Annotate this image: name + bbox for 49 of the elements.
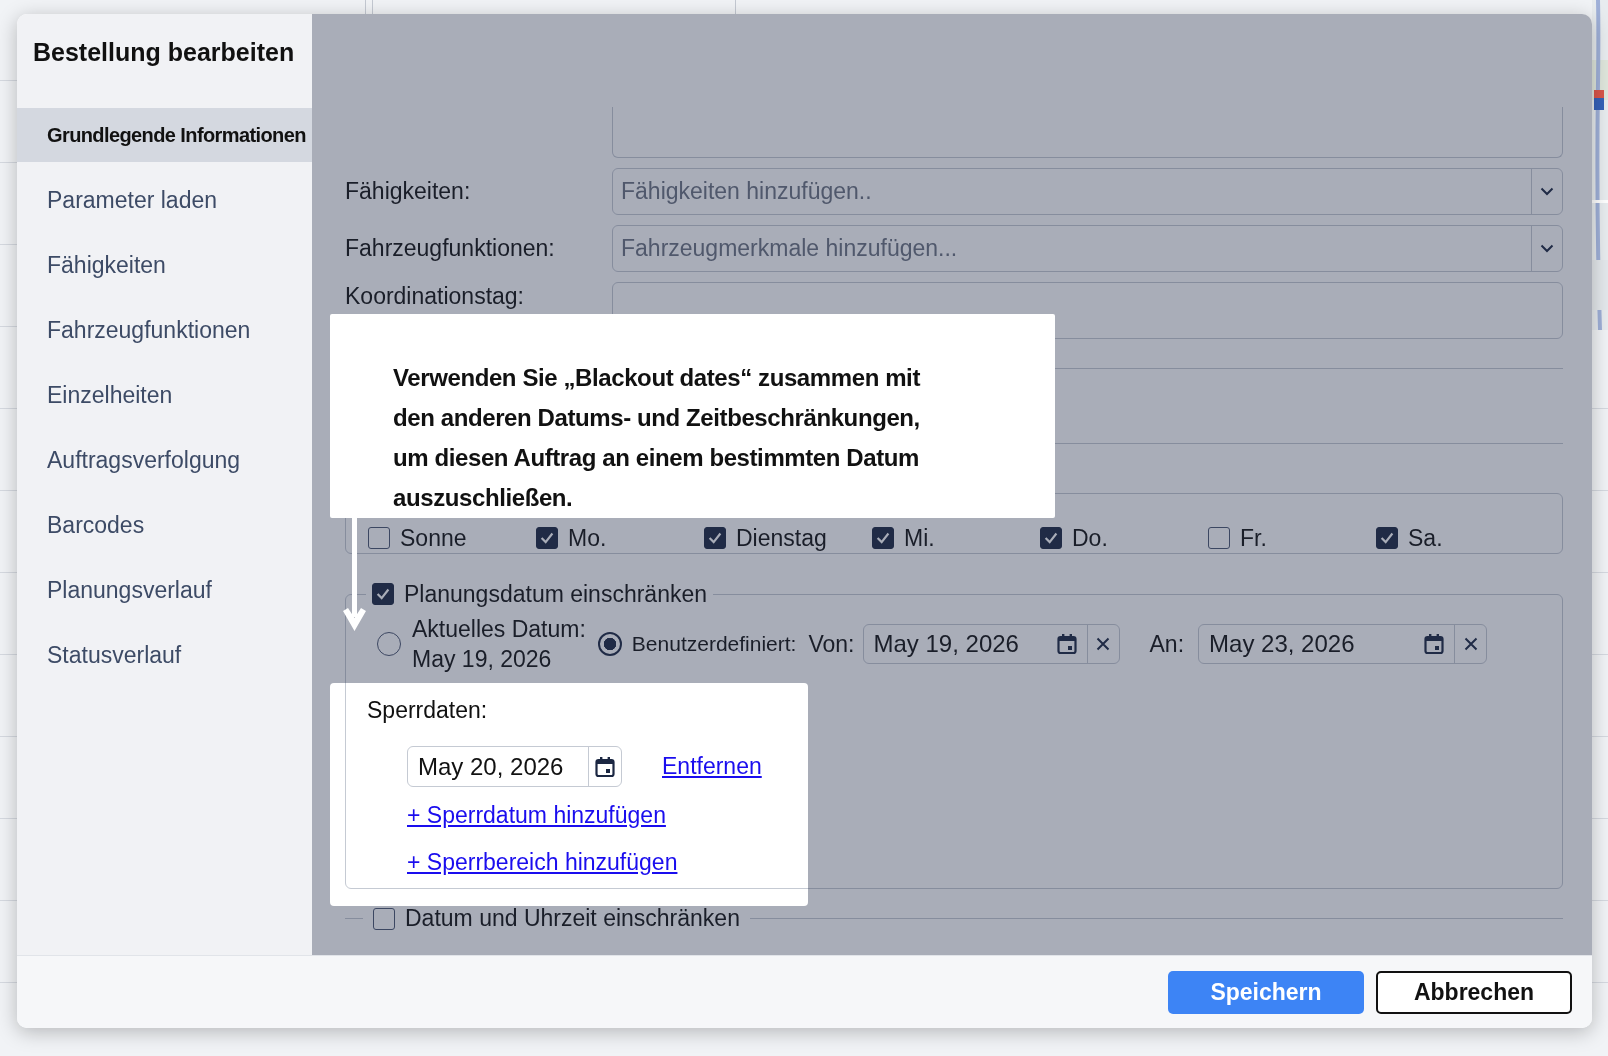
current-date: May 19, 2026	[412, 645, 553, 674]
sidebar-item[interactable]: Statusverlauf	[17, 628, 312, 682]
section-label: Sperrdaten:	[367, 697, 489, 724]
sidebar-item[interactable]: Einzelheiten	[17, 368, 312, 422]
chevron-down-icon	[1540, 187, 1554, 196]
add-link[interactable]: + Sperrbereich hinzufügen	[407, 849, 678, 876]
checkbox-label: Do.	[1072, 524, 1108, 552]
field-label: Koordinationstag:	[345, 283, 525, 310]
add-link[interactable]: + Sperrdatum hinzufügen	[407, 802, 666, 829]
checkbox-label: Mi.	[904, 524, 935, 552]
checkbox[interactable]	[1040, 527, 1062, 549]
checkbox-label: Sonne	[400, 524, 467, 552]
checkbox-label: Datum und Uhrzeit einschränken	[405, 905, 740, 932]
sidebar-item[interactable]: Fahrzeugfunktionen	[17, 303, 312, 357]
field-label: An:	[1149, 630, 1185, 658]
checkbox-label: Fr.	[1240, 524, 1267, 552]
calendar-icon	[595, 755, 615, 778]
checkbox-label: Dienstag	[736, 524, 827, 552]
checkbox[interactable]	[368, 527, 390, 549]
radio-label: Benutzerdefiniert:	[631, 632, 797, 656]
checkbox[interactable]	[704, 527, 726, 549]
cancel-button[interactable]: Abbrechen	[1376, 970, 1572, 1014]
field-label: Fähigkeiten:	[345, 178, 472, 205]
radio-button[interactable]	[377, 632, 401, 656]
chevron-down-icon	[1540, 244, 1554, 253]
checkbox-label: Mo.	[568, 524, 607, 552]
radio-button[interactable]	[597, 632, 622, 656]
dialog-title: Bestellung bearbeiten	[32, 37, 296, 68]
save-button[interactable]: Speichern	[1168, 970, 1364, 1014]
checkbox[interactable]	[872, 527, 894, 549]
sidebar-item[interactable]: Parameter laden	[17, 173, 312, 227]
sidebar-item[interactable]: Fähigkeiten	[17, 238, 312, 292]
checkbox[interactable]	[1376, 527, 1398, 549]
checkbox-label: Sa.	[1408, 524, 1443, 552]
date-field[interactable]: May 20, 2026	[407, 746, 622, 787]
checkbox[interactable]	[536, 527, 558, 549]
sidebar-item[interactable]: Barcodes	[17, 498, 312, 552]
checkbox[interactable]	[1208, 527, 1230, 549]
checkbox[interactable]	[373, 907, 395, 930]
sidebar-item[interactable]: Auftragsverfolgung	[17, 433, 312, 487]
checkbox[interactable]	[372, 583, 394, 605]
radio-label: Aktuelles Datum:	[412, 615, 586, 644]
checkbox-label: Planungsdatum einschränken	[404, 580, 708, 608]
field-label: Von:	[808, 630, 855, 658]
remove-link[interactable]: Entfernen	[662, 753, 762, 780]
field-label: Fahrzeugfunktionen:	[345, 235, 556, 262]
sidebar-item[interactable]: Planungsverlauf	[17, 563, 312, 617]
sidebar-item[interactable]: Grundlegende Informationen	[17, 108, 312, 162]
tooltip: Verwenden Sie „Blackout dates“ zusammen mit den anderen Datums- und Zeitbeschränkungen, um diesen Auftrag an einem bestimmten Datum auszuschließen.	[330, 314, 1055, 518]
